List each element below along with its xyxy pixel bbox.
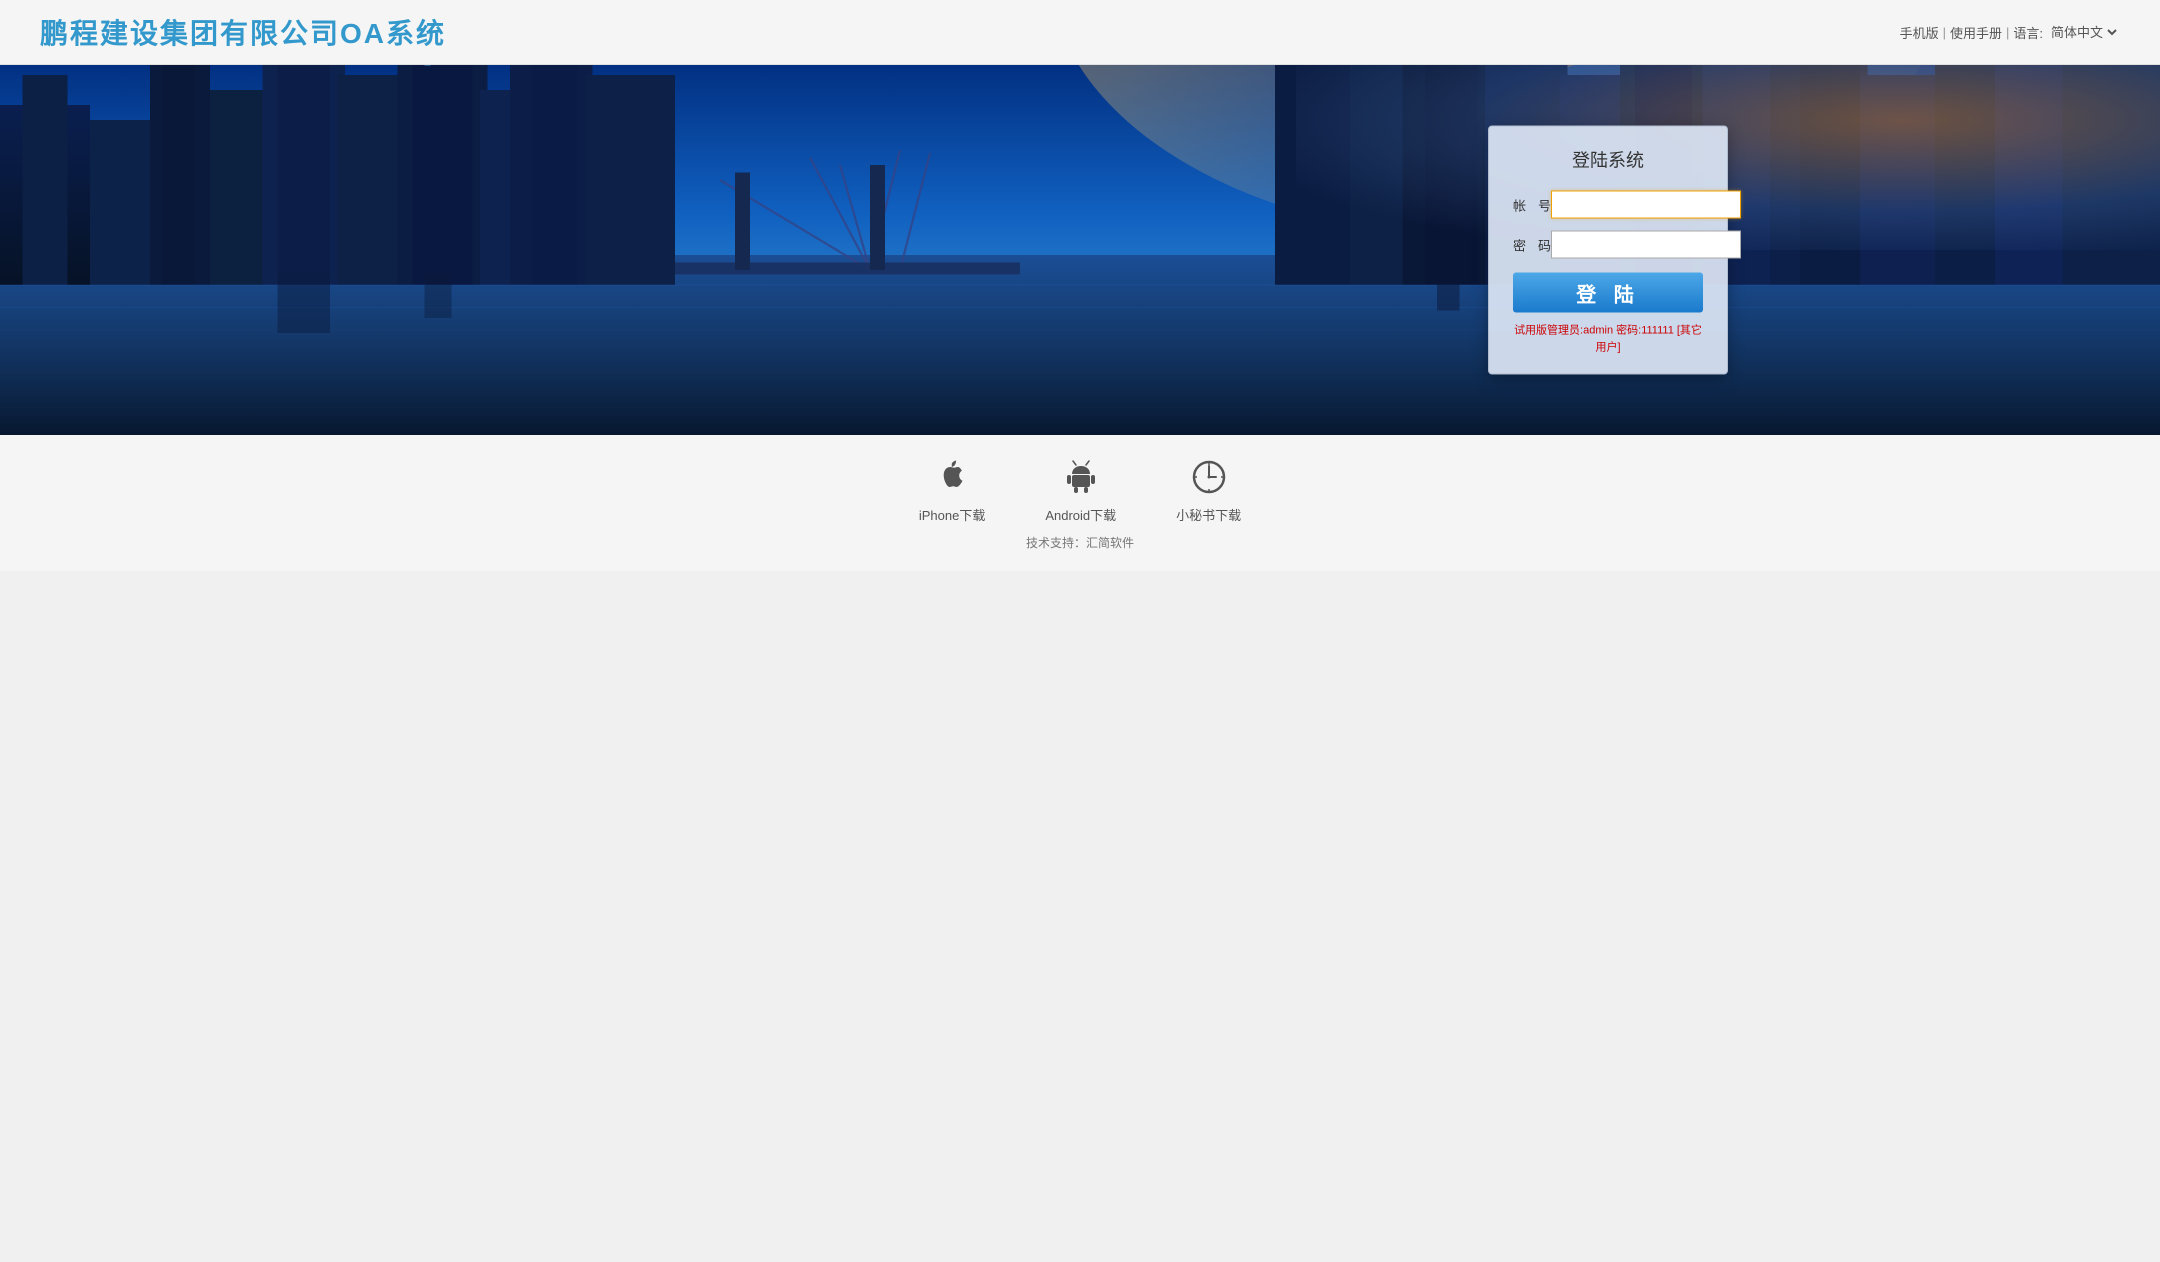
account-input[interactable] (1551, 191, 1741, 219)
mobile-link[interactable]: 手机版 (1900, 23, 1939, 42)
manual-link[interactable]: 使用手册 (1950, 23, 2002, 42)
login-box: 登陆系统 帐 号 密 码 登 陆 试用版管理员:admin 密码:111111 … (1488, 126, 1728, 375)
top-bar: 鹏程建设集团有限公司OA系统 手机版 | 使用手册 | 语言: 简体中文 Eng… (0, 0, 2160, 65)
iphone-download[interactable]: iPhone下载 (919, 455, 985, 524)
language-select[interactable]: 简体中文 English (2047, 24, 2120, 41)
header-links: 手机版 | 使用手册 | 语言: 简体中文 English (1900, 23, 2120, 42)
login-title: 登陆系统 (1513, 147, 1703, 173)
account-label: 帐 号 (1513, 195, 1551, 214)
tech-support: 技术支持：汇简软件 (0, 534, 2160, 561)
page-title: 鹏程建设集团有限公司OA系统 (40, 12, 446, 52)
clock-icon (1187, 455, 1231, 499)
divider1: | (1943, 25, 1946, 40)
password-label: 密 码 (1513, 235, 1551, 254)
secretary-download[interactable]: 小秘书下载 (1176, 455, 1241, 524)
android-icon (1059, 455, 1103, 499)
login-wrapper: 登陆系统 帐 号 密 码 登 陆 试用版管理员:admin 密码:111111 … (1488, 126, 1728, 375)
password-row: 密 码 (1513, 231, 1703, 259)
footer: iPhone下载 (0, 435, 2160, 571)
download-section: iPhone下载 (0, 455, 2160, 524)
demo-hint: 试用版管理员:admin 密码:111111 [其它用户] (1513, 323, 1703, 356)
android-download[interactable]: Android下载 (1045, 455, 1116, 524)
password-input[interactable] (1551, 231, 1741, 259)
apple-icon (930, 455, 974, 499)
android-label: Android下载 (1045, 505, 1116, 524)
language-label: 语言: (2013, 23, 2043, 42)
iphone-label: iPhone下载 (919, 505, 985, 524)
hero-banner: 登陆系统 帐 号 密 码 登 陆 试用版管理员:admin 密码:111111 … (0, 65, 2160, 435)
login-button[interactable]: 登 陆 (1513, 273, 1703, 313)
sky-overlay (1296, 65, 2160, 250)
divider2: | (2006, 25, 2009, 40)
secretary-label: 小秘书下载 (1176, 505, 1241, 524)
account-row: 帐 号 (1513, 191, 1703, 219)
